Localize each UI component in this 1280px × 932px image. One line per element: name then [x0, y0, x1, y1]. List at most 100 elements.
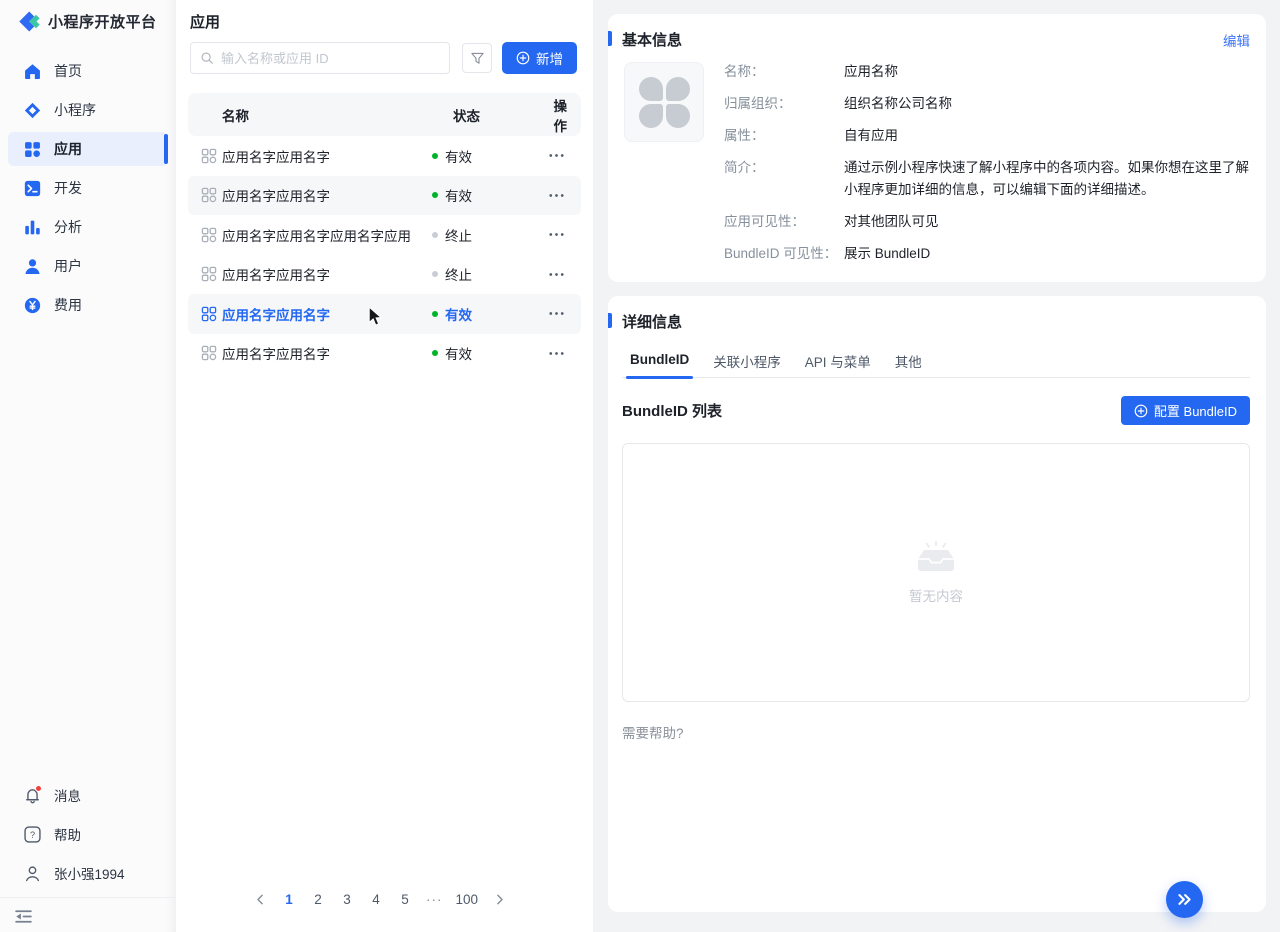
pagination-item[interactable]: 4	[364, 887, 388, 911]
search-input[interactable]	[221, 50, 440, 66]
section-accent	[608, 313, 612, 328]
tab-label: BundleID	[630, 352, 690, 367]
sidebar-item-miniprogram[interactable]: 小程序	[8, 93, 168, 127]
row-more-button[interactable]	[546, 224, 567, 245]
column-name: 名称	[222, 108, 249, 124]
field-value: 组织名称公司名称	[844, 96, 952, 111]
sidebar-footer-label: 张小强1994	[54, 867, 125, 882]
column-status: 状态	[453, 108, 480, 124]
pagination-item[interactable]: 100	[452, 887, 483, 911]
table-header: 名称 状态 操作	[188, 93, 581, 136]
row-actions	[522, 224, 567, 245]
add-app-button[interactable]: 新增	[502, 42, 577, 74]
app-placeholder-icon	[638, 76, 690, 128]
sidebar-item-terminal[interactable]: 开发	[8, 171, 168, 205]
status-label: 有效	[445, 347, 472, 363]
field-label: BundleID 可见性：	[724, 246, 838, 261]
basic-info-fields: 名称： 应用名称 归属组织： 组织名称公司名称 属性： 自有应用 简介： 通过示…	[724, 61, 1250, 275]
info-field: 应用可见性： 对其他团队可见	[724, 211, 1250, 233]
pagination-item[interactable]	[248, 887, 272, 911]
pagination-item[interactable]: 3	[335, 887, 359, 911]
pagination-chevron-icon	[253, 892, 268, 907]
pagination-item[interactable]: 1	[277, 887, 301, 911]
field-label: 归属组织：	[724, 96, 792, 111]
status-label: 有效	[445, 307, 472, 323]
basic-info-card: 基本信息 编辑 名称： 应用名称 归属组织： 组织名称公司名称 属性： 自有应用…	[608, 14, 1266, 282]
tab[interactable]: API 与菜单	[805, 351, 871, 377]
app-grid-icon	[201, 148, 217, 164]
pagination: 1 2 3 4 5 ··· 100	[248, 887, 511, 911]
detail-info-title: 详细信息	[622, 314, 683, 331]
field-label: 简介：	[724, 160, 765, 175]
page-number: 100	[455, 891, 479, 907]
collapse-sidebar-button[interactable]	[14, 907, 36, 925]
row-more-button[interactable]	[546, 303, 567, 324]
sidebar-item-home[interactable]: 首页	[8, 54, 168, 88]
sidebar-item-analytics[interactable]: 分析	[8, 210, 168, 244]
expand-panel-button[interactable]	[1166, 881, 1203, 918]
app-name: 应用名字应用名字应用名字应用	[222, 228, 411, 244]
sidebar-item-help[interactable]: 帮助	[8, 817, 168, 851]
filter-button[interactable]	[462, 43, 492, 73]
sidebar-item-bell[interactable]: 消息	[8, 778, 168, 812]
app-table-body: 应用名字应用名字 有效 应用名字应用名字 有效 应用名字应用名字应用名字应用 终…	[188, 136, 581, 373]
table-row[interactable]: 应用名字应用名字 有效	[188, 175, 581, 215]
user-icon	[24, 258, 41, 275]
configure-bundleid-button[interactable]: 配置 BundleID	[1120, 396, 1250, 425]
sidebar-item-apps[interactable]: 应用	[8, 132, 168, 166]
status-label: 终止	[445, 228, 472, 244]
field-value: 应用名称	[844, 64, 898, 79]
page-number: 4	[372, 891, 380, 907]
pagination-item[interactable]	[487, 887, 511, 911]
pagination-item[interactable]: 2	[306, 887, 330, 911]
sidebar-item-label: 分析	[54, 219, 82, 235]
table-row[interactable]: 应用名字应用名字 终止	[188, 255, 581, 295]
table-row[interactable]: 应用名字应用名字 有效	[188, 294, 581, 334]
row-more-button[interactable]	[546, 343, 567, 364]
field-value: 对其他团队可见	[844, 214, 939, 229]
sidebar-item-label: 开发	[54, 180, 82, 196]
need-help-link[interactable]: 需要帮助?	[622, 722, 684, 742]
plus-circle-icon	[1134, 404, 1148, 418]
status-dot	[432, 350, 438, 357]
pagination-item[interactable]: 5	[393, 887, 417, 911]
analytics-icon	[24, 219, 41, 236]
tab[interactable]: 其他	[895, 351, 922, 377]
status-label: 有效	[445, 189, 472, 205]
tab-label: API 与菜单	[804, 355, 871, 370]
table-row[interactable]: 应用名字应用名字应用名字应用 终止	[188, 215, 581, 255]
table-row[interactable]: 应用名字应用名字 有效	[188, 136, 581, 176]
status-dot	[432, 231, 438, 238]
column-actions: 操作	[553, 98, 568, 134]
sidebar-item-profile[interactable]: 张小强1994	[8, 856, 168, 890]
plus-circle-icon	[516, 51, 530, 65]
empty-state-text: 暂无内容	[909, 589, 963, 604]
add-app-label: 新增	[536, 52, 563, 67]
empty-state: 暂无内容	[622, 443, 1250, 702]
tab[interactable]: 关联小程序	[713, 351, 781, 377]
profile-icon	[24, 865, 41, 882]
detail-region: 基本信息 编辑 名称： 应用名称 归属组织： 组织名称公司名称 属性： 自有应用…	[593, 0, 1280, 932]
edit-link[interactable]: 编辑	[1223, 30, 1250, 50]
tab[interactable]: BundleID	[625, 351, 694, 379]
table-row[interactable]: 应用名字应用名字 有效	[188, 334, 581, 374]
status-badge: 有效	[432, 343, 522, 363]
configure-bundleid-label: 配置 BundleID	[1153, 404, 1237, 419]
pagination-item[interactable]: ···	[422, 887, 447, 911]
app-name: 应用名字应用名字	[222, 149, 330, 165]
info-field: 属性： 自有应用	[724, 125, 1250, 147]
tab-label: 其他	[894, 355, 922, 370]
sidebar-item-user[interactable]: 用户	[8, 249, 168, 283]
search-box	[190, 42, 450, 74]
sidebar-item-billing[interactable]: 费用	[8, 288, 168, 322]
app-grid-icon	[201, 266, 217, 282]
row-more-button[interactable]	[546, 185, 567, 206]
detail-tabs: BundleID 关联小程序 API 与菜单 其他	[622, 351, 1250, 379]
row-more-button[interactable]	[546, 264, 567, 285]
funnel-icon	[470, 51, 485, 66]
row-actions	[522, 264, 567, 285]
empty-tray-icon	[913, 540, 959, 574]
sidebar-item-label: 费用	[54, 297, 82, 313]
row-more-button[interactable]	[546, 145, 567, 166]
bundleid-list-title: BundleID 列表	[622, 403, 722, 420]
